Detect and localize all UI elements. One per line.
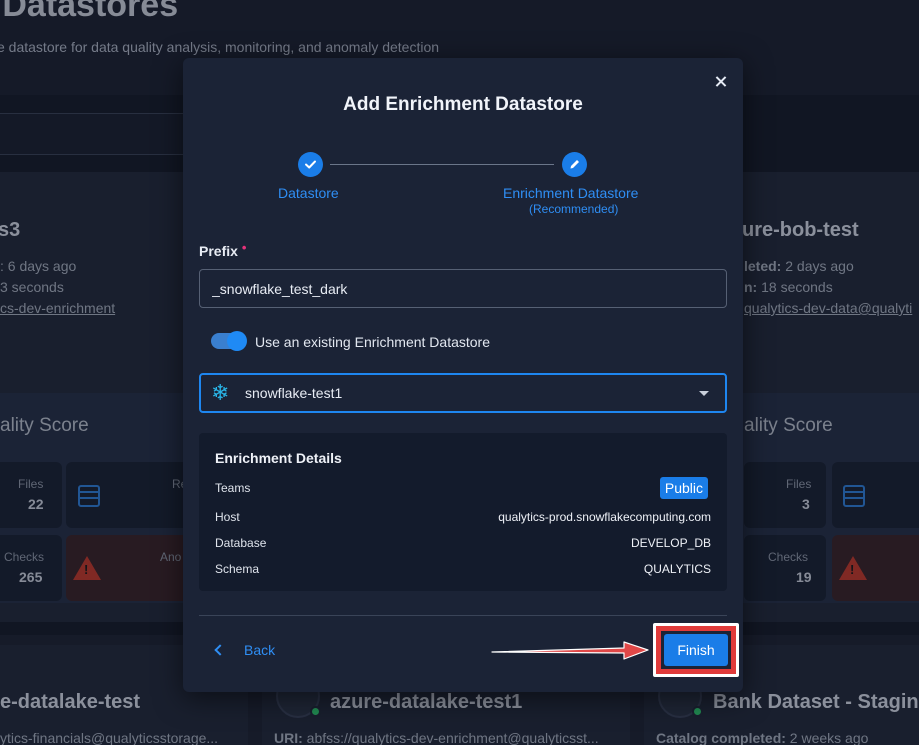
database-key: Database [215,536,267,550]
teams-key: Teams [215,481,251,495]
schema-value: QUALYTICS [643,562,711,576]
step-1-check-icon[interactable] [298,152,323,177]
add-enrichment-datastore-dialog: Add Enrichment Datastore Datastore Enric… [183,58,743,692]
snowflake-icon: ❄ [211,380,230,405]
prefix-input[interactable] [199,269,727,308]
toggle-knob [227,331,247,351]
teams-badge: Public [659,477,708,499]
required-indicator: • [241,240,247,255]
details-title: Enrichment Details [215,450,342,466]
step-1-label: Datastore [278,185,339,201]
finish-button[interactable]: Finish [664,634,728,666]
selected-datastore: snowflake-test1 [245,385,343,401]
chevron-down-icon [699,391,709,396]
finish-highlight-frame: Finish [653,623,739,677]
dialog-title: Add Enrichment Datastore [343,94,583,115]
step-2-sublabel: (Recommended) [529,202,619,216]
chevron-left-icon [214,644,226,656]
prefix-label-text: Prefix [199,243,238,259]
host-key: Host [215,510,240,524]
close-icon[interactable] [711,72,731,92]
use-existing-toggle[interactable] [211,331,247,351]
prefix-label: Prefix • [199,240,247,259]
host-value: qualytics-prod.snowflakecomputing.com [498,510,711,524]
back-button[interactable]: Back [213,640,275,660]
toggle-label: Use an existing Enrichment Datastore [255,334,490,350]
datastore-select[interactable]: ❄ snowflake-test1 [199,373,727,413]
stepper-connector [330,164,554,165]
footer-divider [199,615,727,616]
step-2-edit-icon[interactable] [562,152,587,177]
database-value: DEVELOP_DB [630,536,711,550]
annotation-arrow-icon [491,641,649,660]
enrichment-details-panel: Enrichment Details Teams Public Host qua… [199,433,727,591]
schema-key: Schema [215,562,260,576]
step-2-label: Enrichment Datastore [503,185,639,201]
back-label: Back [244,642,276,658]
